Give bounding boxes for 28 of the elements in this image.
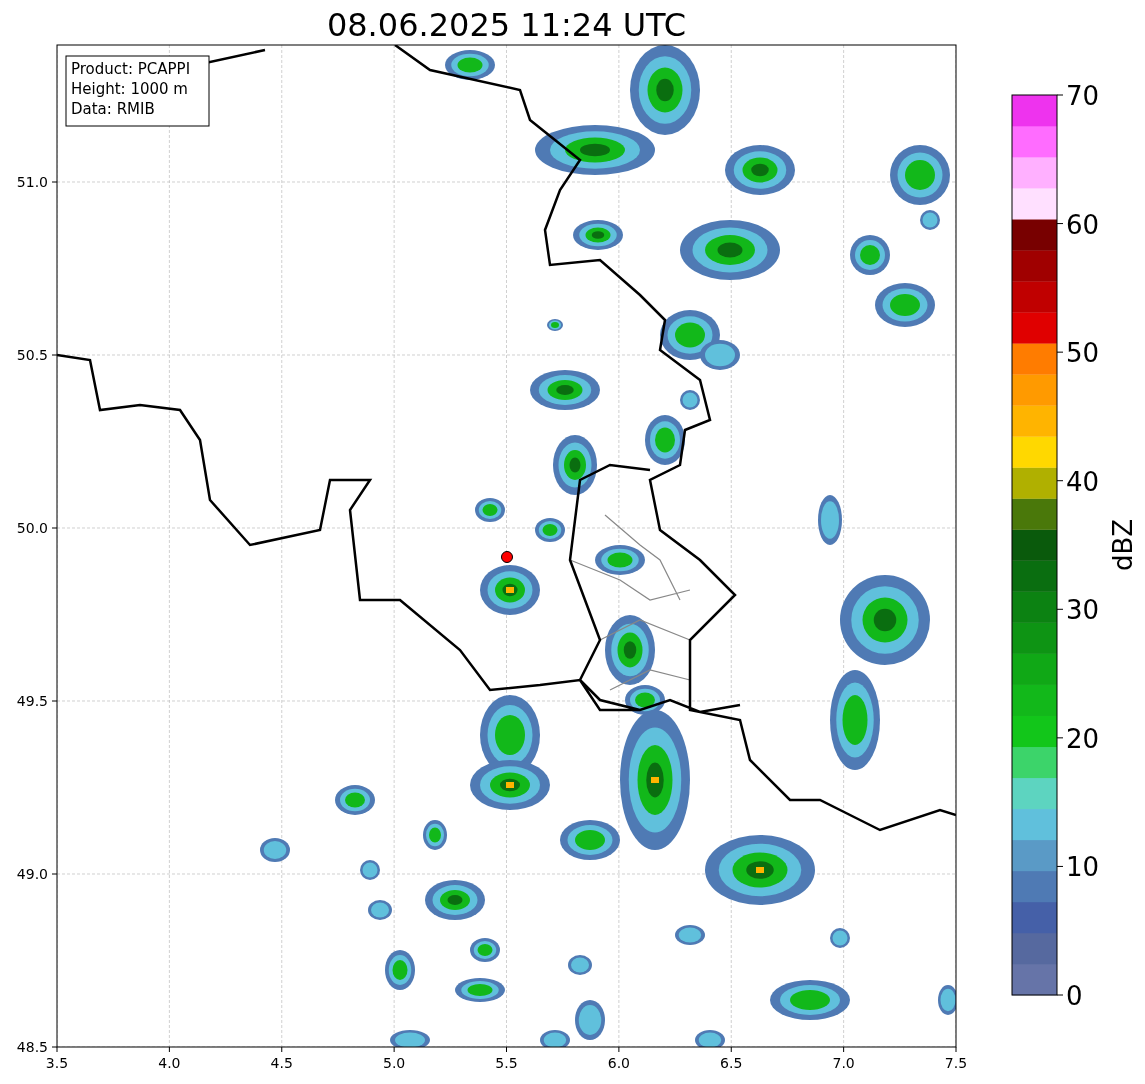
axis-tick-label: 6.0	[607, 1055, 630, 1071]
axis-tick-label: 3.5	[45, 1055, 69, 1071]
axis-tick-label: 51.0	[16, 174, 48, 190]
chart-title: 08.06.2025 11:24 UTC	[326, 6, 687, 44]
legend-text: Height: 1000 m	[71, 80, 188, 98]
colorbar-tick-label: 10	[1066, 852, 1100, 883]
axis-tick-label: 50.0	[16, 520, 48, 536]
axis-tick-label: 49.5	[16, 693, 48, 709]
axis-tick-label: 49.0	[16, 866, 48, 882]
colorbar-tick-label: 50	[1066, 338, 1100, 369]
axis-tick-label: 4.0	[158, 1055, 181, 1071]
axis-tick-label: 48.5	[16, 1039, 48, 1055]
colorbar-tick-label: 70	[1066, 81, 1100, 111]
axis-tick-label: 7.0	[832, 1055, 855, 1071]
colorbar-tick-label: 0	[1066, 981, 1083, 1011]
colorbar-tick-label: 60	[1066, 209, 1100, 240]
colorbar-tick-label: 40	[1066, 466, 1100, 497]
axis-tick-label: 5.0	[383, 1055, 406, 1071]
legend-text: Product: PCAPPI	[71, 60, 191, 78]
axis-tick-label: 7.5	[944, 1055, 968, 1071]
axis-tick-label: 4.5	[270, 1055, 293, 1071]
colorbar-label: dBZ	[1108, 518, 1138, 572]
colorbar-tick-label: 30	[1066, 595, 1100, 626]
axis-tick-label: 5.5	[495, 1055, 518, 1071]
colorbar-tick-label: 20	[1066, 723, 1100, 754]
axis-tick-label: 50.5	[16, 347, 48, 363]
axis-tick-label: 6.5	[720, 1055, 743, 1071]
legend-text: Data: RMIB	[71, 100, 155, 118]
